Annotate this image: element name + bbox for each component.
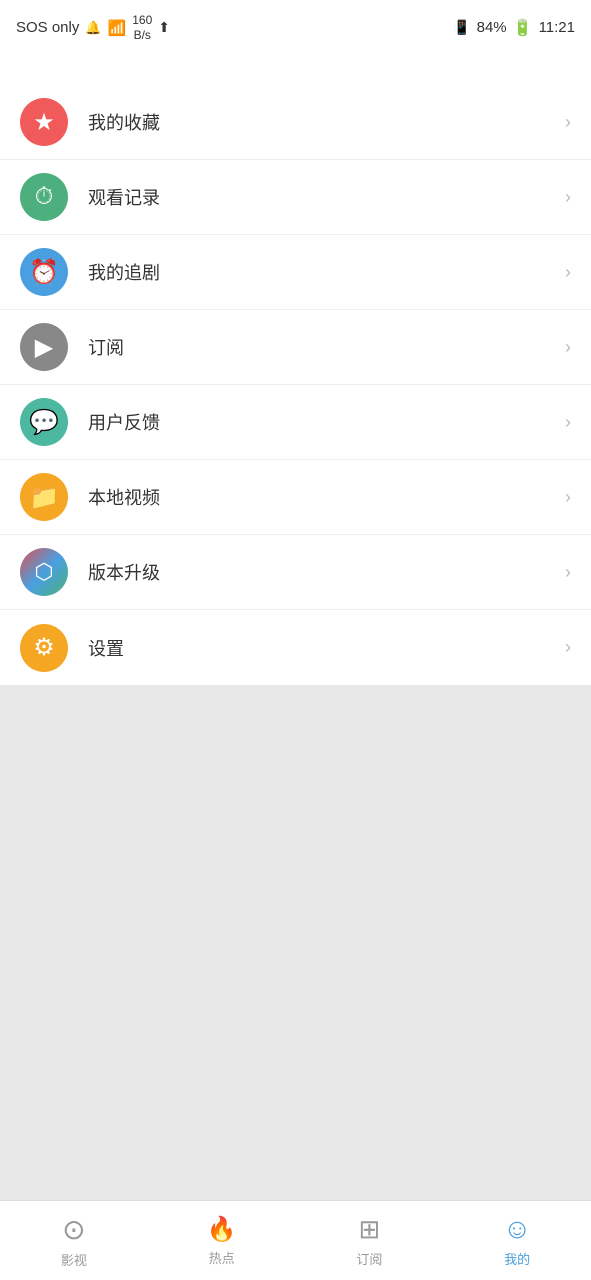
settings-icon-wrap: ⚙ — [20, 624, 68, 672]
menu-item-settings[interactable]: ⚙ 设置 › — [0, 610, 591, 685]
plus-icon: ⊞ — [358, 1214, 380, 1245]
following-chevron: › — [565, 262, 571, 283]
following-icon-wrap: ⏰ — [20, 248, 68, 296]
status-right: 📱 84% 🔋 11:21 — [453, 18, 575, 38]
folder-icon: 📁 — [29, 483, 59, 512]
feedback-icon-wrap: 💬 — [20, 398, 68, 446]
menu-item-following[interactable]: ⏰ 我的追剧 › — [0, 235, 591, 310]
subscribe-icon-wrap: ▶ — [20, 323, 68, 371]
history-icon-wrap: ⏱ — [20, 173, 68, 221]
update-icon-wrap: ⬡ — [20, 548, 68, 596]
nav-item-subscribe-nav[interactable]: ⊞ 订阅 — [296, 1214, 444, 1268]
alarm-icon: ⏰ — [29, 258, 59, 287]
local-label: 本地视频 — [88, 484, 565, 510]
gray-area — [0, 685, 591, 1200]
mine-label: 我的 — [504, 1249, 530, 1268]
signal-icon: 🔔 — [85, 20, 101, 36]
update-chevron: › — [565, 562, 571, 583]
speed-text: 160B/s — [132, 13, 152, 42]
favorites-icon-wrap: ★ — [20, 98, 68, 146]
sim-icon: 📱 — [453, 19, 470, 36]
bottom-nav: ⊙ 影视 🔥 热点 ⊞ 订阅 ☺ 我的 — [0, 1200, 591, 1280]
hot-label: 热点 — [209, 1248, 235, 1267]
play-icon: ▶ — [35, 333, 53, 362]
local-chevron: › — [565, 487, 571, 508]
gear-icon: ⚙ — [33, 633, 55, 662]
chat-icon: 💬 — [29, 408, 59, 437]
menu-item-history[interactable]: ⏱ 观看记录 › — [0, 160, 591, 235]
layers-icon: ⬡ — [34, 559, 53, 585]
settings-label: 设置 — [88, 635, 565, 661]
tv-icon: ⊙ — [62, 1213, 85, 1246]
menu-item-feedback[interactable]: 💬 用户反馈 › — [0, 385, 591, 460]
menu-list: ★ 我的收藏 › ⏱ 观看记录 › ⏰ 我的追剧 › ▶ 订阅 › 💬 用户反馈… — [0, 85, 591, 685]
subscribe-label: 订阅 — [88, 334, 565, 360]
top-spacer — [0, 55, 591, 85]
sos-text: SOS only — [16, 19, 79, 36]
nav-item-hot[interactable]: 🔥 热点 — [148, 1215, 296, 1267]
favorites-chevron: › — [565, 112, 571, 133]
feedback-chevron: › — [565, 412, 571, 433]
subscribe-nav-label: 订阅 — [356, 1249, 382, 1268]
menu-item-update[interactable]: ⬡ 版本升级 › — [0, 535, 591, 610]
history-chevron: › — [565, 187, 571, 208]
nav-item-tv[interactable]: ⊙ 影视 — [0, 1213, 148, 1269]
following-label: 我的追剧 — [88, 259, 565, 285]
menu-item-local[interactable]: 📁 本地视频 › — [0, 460, 591, 535]
update-label: 版本升级 — [88, 559, 565, 585]
history-label: 观看记录 — [88, 184, 565, 210]
star-icon: ★ — [33, 108, 55, 137]
smile-icon: ☺ — [503, 1213, 532, 1245]
menu-item-favorites[interactable]: ★ 我的收藏 › — [0, 85, 591, 160]
menu-item-subscribe[interactable]: ▶ 订阅 › — [0, 310, 591, 385]
battery-icon: 🔋 — [513, 18, 533, 38]
fire-icon: 🔥 — [207, 1215, 237, 1244]
nav-item-mine[interactable]: ☺ 我的 — [443, 1213, 591, 1268]
local-icon-wrap: 📁 — [20, 473, 68, 521]
battery-percent: 84% — [477, 19, 507, 36]
clock-icon: ⏱ — [35, 183, 54, 211]
status-left: SOS only 🔔 📶 160B/s ⬆ — [16, 13, 170, 42]
status-bar: SOS only 🔔 📶 160B/s ⬆ 📱 84% 🔋 11:21 — [0, 0, 591, 55]
time-display: 11:21 — [539, 19, 575, 36]
subscribe-chevron: › — [565, 337, 571, 358]
upload-icon: ⬆ — [158, 19, 170, 36]
feedback-label: 用户反馈 — [88, 409, 565, 435]
wifi-icon: 📶 — [108, 19, 127, 37]
favorites-label: 我的收藏 — [88, 109, 565, 135]
tv-label: 影视 — [61, 1250, 87, 1269]
settings-chevron: › — [565, 637, 571, 658]
